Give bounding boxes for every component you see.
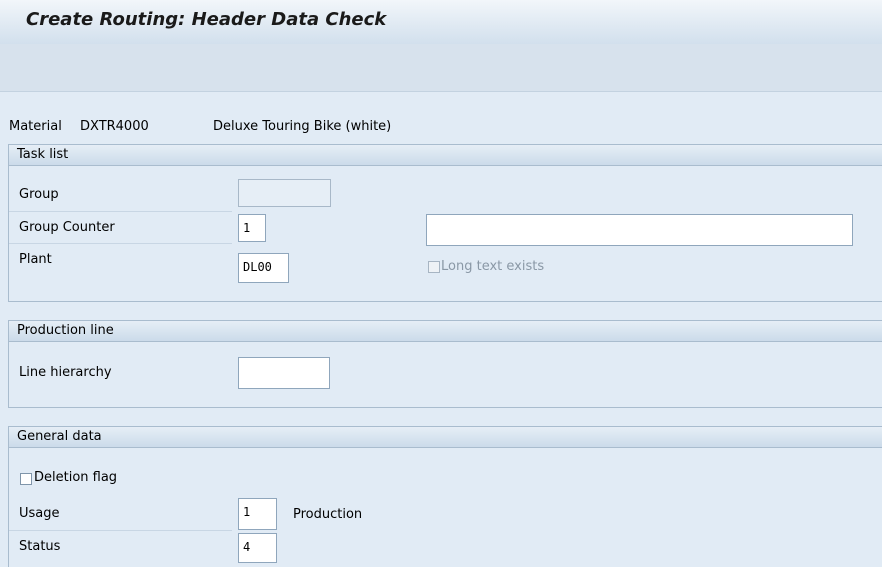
group-field[interactable]	[238, 179, 331, 207]
application-toolbar	[0, 44, 882, 92]
title-bar: Create Routing: Header Data Check	[0, 0, 882, 45]
usage-field[interactable]: 1	[238, 498, 277, 530]
status-field[interactable]: 4	[238, 533, 277, 563]
deletion-flag-checkbox[interactable]	[20, 473, 32, 485]
production-line-header: Production line	[9, 321, 882, 342]
production-line-group: Production line Line hierarchy	[8, 320, 882, 408]
plant-row: Plant	[9, 246, 232, 274]
material-code: DXTR4000	[80, 119, 149, 134]
material-description: Deluxe Touring Bike (white)	[213, 119, 392, 134]
group-label: Group	[19, 187, 59, 202]
line-hierarchy-field[interactable]	[238, 357, 330, 389]
row-divider	[9, 243, 232, 244]
long-text-exists-checkbox[interactable]	[428, 261, 440, 273]
usage-row: Usage	[9, 500, 232, 528]
plant-field[interactable]: DL00	[238, 253, 289, 283]
task-list-group: Task list Group Group Counter 1 Plant DL…	[8, 144, 882, 302]
status-row: Status	[9, 533, 232, 561]
deletion-flag-label: Deletion flag	[34, 470, 118, 485]
status-label: Status	[19, 539, 61, 554]
line-hierarchy-row: Line hierarchy	[9, 359, 232, 387]
row-divider	[9, 530, 232, 531]
task-list-header: Task list	[9, 145, 882, 166]
page-title: Create Routing: Header Data Check	[26, 9, 387, 30]
line-hierarchy-label: Line hierarchy	[19, 365, 112, 380]
group-row: Group	[9, 181, 232, 209]
long-text-exists-label: Long text exists	[441, 259, 545, 274]
row-divider	[9, 211, 232, 212]
group-counter-row: Group Counter	[9, 214, 232, 242]
task-list-description-field[interactable]	[426, 214, 853, 246]
group-counter-field[interactable]: 1	[238, 214, 266, 242]
usage-label: Usage	[19, 506, 60, 521]
group-counter-label: Group Counter	[19, 220, 115, 235]
general-data-group: General data Deletion flag Usage 1 Produ…	[8, 426, 882, 567]
plant-label: Plant	[19, 252, 52, 267]
material-label: Material	[9, 119, 62, 134]
usage-text: Production	[293, 507, 363, 522]
general-data-header: General data	[9, 427, 882, 448]
